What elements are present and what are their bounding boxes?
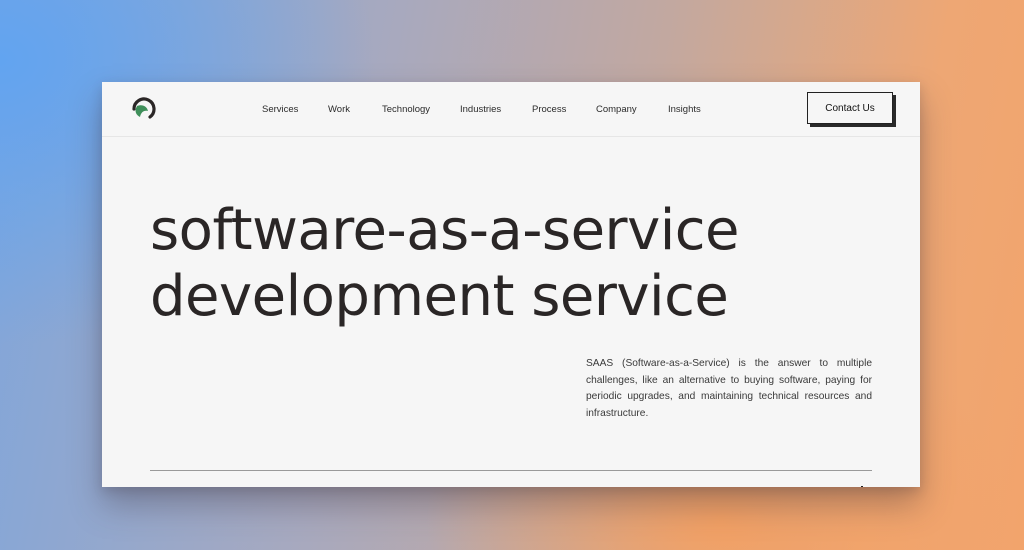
nav-technology[interactable]: Technology bbox=[382, 104, 430, 115]
site-header: Services Work Technology Industries Proc… bbox=[102, 82, 920, 137]
hero-title-line-2: development service bbox=[150, 264, 729, 329]
nav-process[interactable]: Process bbox=[532, 104, 566, 115]
hero-description: SAAS (Software-as-a-Service) is the answ… bbox=[586, 358, 872, 419]
hero-title-line-1: software-as-a-service bbox=[150, 198, 740, 263]
hero-title: software-as-a-service development servic… bbox=[150, 198, 870, 330]
contact-us-button[interactable]: Contact Us bbox=[807, 92, 893, 124]
nav-work[interactable]: Work bbox=[328, 104, 350, 115]
section-divider bbox=[150, 470, 872, 471]
nav-industries[interactable]: Industries bbox=[460, 104, 501, 115]
nav-company[interactable]: Company bbox=[596, 104, 637, 115]
nav-services[interactable]: Services bbox=[262, 104, 298, 115]
main-nav: Services Work Technology Industries Proc… bbox=[102, 82, 920, 136]
browser-page: Services Work Technology Industries Proc… bbox=[102, 82, 920, 487]
scroll-marker bbox=[861, 486, 863, 487]
nav-insights[interactable]: Insights bbox=[668, 104, 701, 115]
